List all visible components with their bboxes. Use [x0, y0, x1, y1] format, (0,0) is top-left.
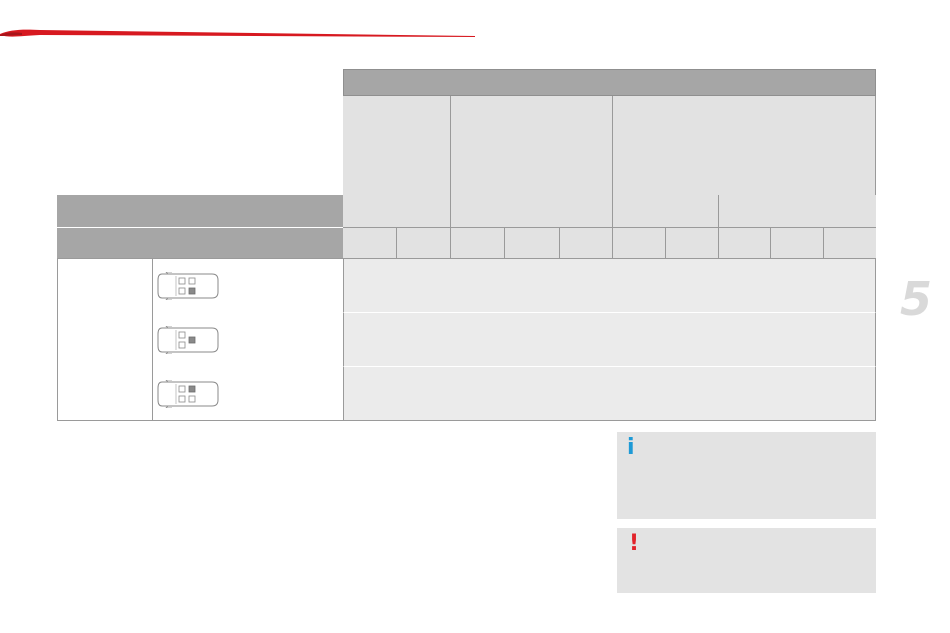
warning-notice: !: [617, 528, 876, 593]
info-icon: i: [627, 435, 635, 460]
table-row-group-label: [57, 258, 153, 421]
info-notice: i: [617, 432, 876, 519]
table-row-seat-3-values: [343, 366, 876, 421]
table-header-top: [343, 69, 876, 96]
table-header-group-1: [343, 96, 451, 195]
chapter-number: 5: [899, 272, 932, 326]
table-row-seat-2-values: [343, 312, 876, 367]
table-row-sub-cells: [343, 227, 876, 258]
table-row-seat-1-values: [343, 258, 876, 313]
van-seat-centre-icon: [157, 326, 219, 354]
table-row-weight-cells: [343, 195, 876, 227]
header-accent-line: [0, 29, 475, 37]
table-row-label-weight: [57, 195, 343, 227]
table-header-group-2: [451, 96, 613, 195]
van-seat-right-icon: [157, 272, 219, 300]
van-seat-left-icon: [157, 380, 219, 408]
warning-icon: !: [629, 531, 640, 556]
table-row-label-sub: [57, 227, 343, 258]
table-header-group-3: [613, 96, 876, 195]
